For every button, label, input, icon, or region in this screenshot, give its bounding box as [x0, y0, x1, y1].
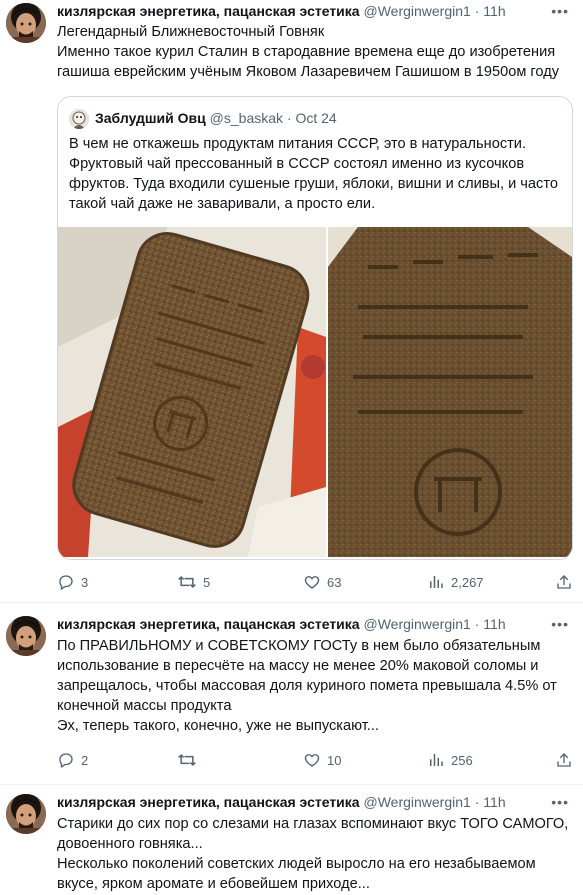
views-button[interactable]: 2,267 — [427, 572, 484, 592]
reply-button[interactable]: 3 — [57, 572, 88, 592]
retweet-button[interactable] — [177, 750, 203, 770]
views-icon — [430, 754, 443, 766]
retweet-button[interactable]: 5 — [177, 572, 210, 592]
tweet-1[interactable]: кизлярская энергетика, пацанская эстетик… — [0, 0, 583, 600]
quote-author-handle[interactable]: @s_baskak — [210, 110, 283, 126]
like-icon — [304, 754, 320, 767]
separator: · — [474, 3, 480, 19]
quote-avatar[interactable] — [69, 109, 89, 129]
like-button[interactable]: 63 — [303, 572, 341, 592]
tweet-text-line: Легендарный Ближневосточный Говняк — [57, 24, 325, 40]
tweet-3[interactable]: кизлярская энергетика, пацанская эстетик… — [0, 790, 583, 895]
reply-button[interactable]: 2 — [57, 750, 88, 770]
author-name[interactable]: кизлярская энергетика, пацанская эстетик… — [57, 3, 360, 19]
tweet-actions: 2 10 256 — [57, 750, 577, 770]
quote-date[interactable]: Oct 24 — [295, 110, 336, 126]
retweet-icon — [178, 753, 196, 767]
separator: · — [474, 794, 480, 810]
avatar[interactable] — [6, 794, 46, 834]
separator: · — [474, 616, 480, 632]
quote-author-name[interactable]: Заблудший Овц — [95, 110, 206, 126]
share-icon — [557, 753, 571, 767]
timestamp[interactable]: 11h — [483, 794, 505, 810]
tweet-2[interactable]: кизлярская энергетика, пацанская эстетик… — [0, 612, 583, 782]
more-icon[interactable]: ••• — [551, 614, 569, 634]
tweet-actions: 3 5 63 2,267 — [57, 572, 577, 592]
reply-count: 3 — [81, 574, 89, 590]
quote-image-1[interactable] — [58, 227, 326, 557]
reply-icon — [59, 575, 73, 590]
author-handle[interactable]: @Werginwergin1 — [363, 3, 470, 19]
tweet-text-line: Несколько поколений советских людей выро… — [57, 856, 536, 892]
views-count: 256 — [451, 752, 473, 768]
timestamp[interactable]: 11h — [483, 616, 505, 632]
more-icon[interactable]: ••• — [551, 1, 569, 21]
share-button[interactable] — [555, 572, 573, 592]
views-count: 2,267 — [451, 574, 484, 590]
tweet-text: Старики до сих пор со слезами на глазах … — [57, 814, 575, 894]
author-name[interactable]: кизлярская энергетика, пацанская эстетик… — [57, 616, 360, 632]
tweet-header: кизлярская энергетика, пацанская эстетик… — [57, 1, 573, 21]
avatar[interactable] — [6, 616, 46, 656]
quoted-tweet[interactable]: Заблудший Овц @s_baskak · Oct 24 В чем н… — [57, 96, 573, 560]
quote-header: Заблудший Овц @s_baskak · Oct 24 — [95, 108, 337, 128]
divider — [0, 784, 583, 785]
views-button[interactable]: 256 — [427, 750, 473, 770]
quote-image-2[interactable] — [328, 227, 572, 557]
tweet-header: кизлярская энергетика, пацанская эстетик… — [57, 614, 573, 634]
tweet-text-line: Эх, теперь такого, конечно, уже не выпус… — [57, 718, 379, 734]
views-icon — [430, 576, 443, 588]
like-button[interactable]: 10 — [303, 750, 341, 770]
tweet-header: кизлярская энергетика, пацанская эстетик… — [57, 792, 573, 812]
reply-icon — [59, 753, 73, 768]
author-handle[interactable]: @Werginwergin1 — [363, 794, 470, 810]
divider — [0, 602, 583, 603]
author-name[interactable]: кизлярская энергетика, пацанская эстетик… — [57, 794, 360, 810]
timestamp[interactable]: 11h — [483, 3, 505, 19]
separator: · — [286, 110, 292, 126]
share-icon — [557, 575, 571, 589]
tweet-text-line: Старики до сих пор со слезами на глазах … — [57, 816, 569, 852]
share-button[interactable] — [555, 750, 573, 770]
reply-count: 2 — [81, 752, 89, 768]
like-icon — [304, 576, 320, 589]
tweet-text-line: Именно такое курил Сталин в стародавние … — [57, 44, 560, 80]
like-count: 63 — [327, 574, 342, 590]
tweet-text: По ПРАВИЛЬНОМУ и СОВЕТСКОМУ ГОСТу в нем … — [57, 636, 575, 736]
retweet-icon — [178, 575, 196, 589]
quote-text: В чем не откажешь продуктам питания СССР… — [69, 136, 558, 212]
retweet-count: 5 — [203, 574, 211, 590]
avatar[interactable] — [6, 3, 46, 43]
tweet-text-line: По ПРАВИЛЬНОМУ и СОВЕТСКОМУ ГОСТу в нем … — [57, 638, 557, 714]
author-handle[interactable]: @Werginwergin1 — [363, 616, 470, 632]
like-count: 10 — [327, 752, 342, 768]
tweet-text: Легендарный Ближневосточный Говняк Именн… — [57, 22, 575, 82]
more-icon[interactable]: ••• — [551, 792, 569, 812]
